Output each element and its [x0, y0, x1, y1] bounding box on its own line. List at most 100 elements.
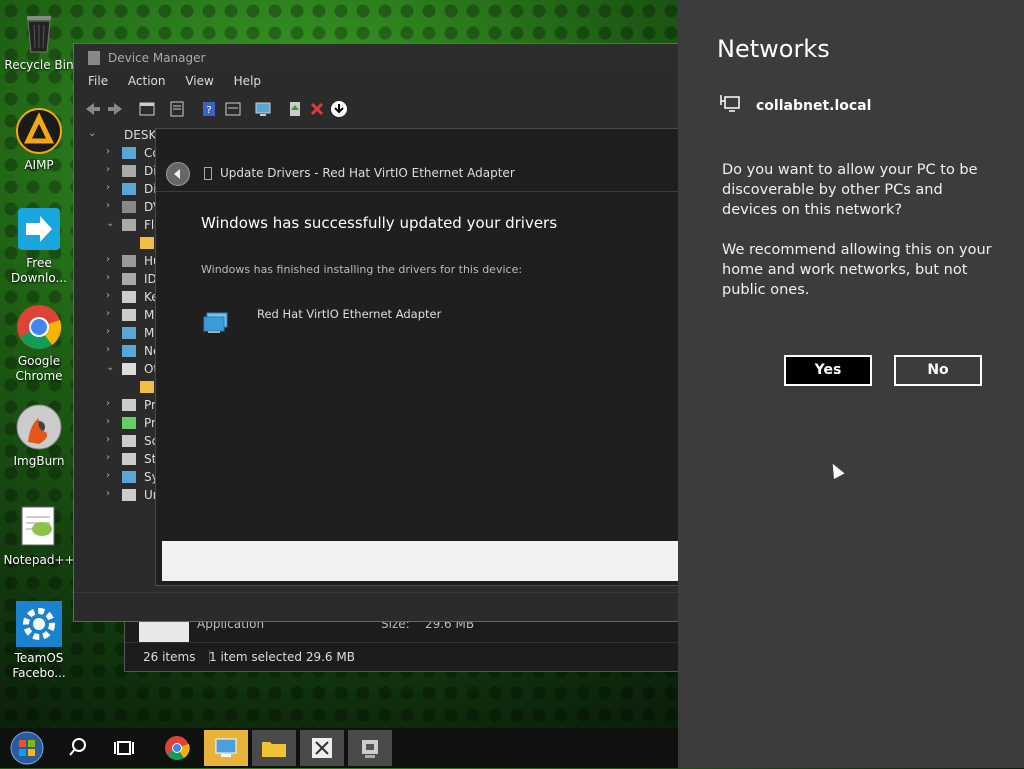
desktop-icon-label: Chrome	[15, 369, 63, 383]
chevron-right-icon[interactable]: ›	[106, 146, 116, 157]
update-driver-icon[interactable]	[286, 100, 304, 118]
chevron-right-icon[interactable]: ›	[106, 434, 116, 445]
menu-action[interactable]: Action	[128, 74, 166, 88]
device-category-icon	[122, 183, 136, 195]
task-view-button[interactable]	[108, 730, 140, 766]
device-category-icon	[122, 471, 136, 483]
device-category-icon	[122, 273, 136, 285]
menu-file[interactable]: File	[88, 74, 108, 88]
chevron-right-icon[interactable]: ›	[106, 200, 116, 211]
taskbar-network-setup[interactable]	[204, 730, 248, 766]
desktop-icon-imgburn[interactable]: ImgBurn	[0, 404, 78, 469]
desktop-icon-label: Recycle Bin	[4, 58, 74, 72]
start-icon	[10, 731, 44, 765]
item-count: 26 items	[143, 650, 196, 664]
chevron-right-icon[interactable]: ›	[106, 308, 116, 319]
menu-view[interactable]: View	[185, 74, 213, 88]
discoverable-recommendation: We recommend allowing this on your home …	[722, 242, 992, 298]
chevron-down-icon[interactable]: ⌄	[106, 218, 116, 229]
selection-info: 1 item selected 29.6 MB	[209, 650, 355, 664]
no-button[interactable]: No	[894, 355, 982, 386]
warning-icon	[140, 237, 154, 249]
dialog-title: Update Drivers - Red Hat VirtIO Ethernet…	[220, 166, 515, 180]
aimp-icon	[16, 108, 62, 154]
chevron-right-icon[interactable]: ›	[106, 164, 116, 175]
device-category-icon	[122, 363, 136, 375]
title-bar[interactable]: Device Manager	[74, 44, 684, 72]
svg-text:?: ?	[206, 105, 211, 116]
download-icon[interactable]	[330, 100, 348, 118]
chevron-right-icon[interactable]: ›	[106, 272, 116, 283]
device-category-icon	[122, 309, 136, 321]
chevron-down-icon[interactable]: ⌄	[106, 362, 116, 373]
yes-button[interactable]: Yes	[784, 355, 872, 386]
search-icon	[69, 738, 86, 756]
networks-panel: Networks collabnet.local Do you want to …	[678, 0, 1024, 768]
chevron-down-icon[interactable]: ⌄	[88, 128, 98, 139]
menu-help[interactable]: Help	[234, 74, 261, 88]
desktop-icon-recycle-bin[interactable]: Recycle Bin	[0, 8, 78, 73]
view-icon[interactable]	[168, 100, 186, 118]
back-arrow-icon[interactable]	[84, 100, 102, 118]
recycle-bin-icon	[16, 8, 62, 54]
help-icon[interactable]: ?	[200, 100, 218, 118]
ethernet-icon	[720, 95, 740, 112]
network-name: collabnet.local	[756, 98, 872, 114]
imgburn-icon	[16, 404, 62, 450]
notepad-plus-plus-icon	[16, 503, 62, 549]
chevron-right-icon[interactable]: ›	[106, 290, 116, 301]
chevron-right-icon[interactable]: ›	[106, 344, 116, 355]
search-button[interactable]	[62, 730, 94, 766]
network-setup-icon	[215, 738, 237, 757]
chrome-icon	[16, 304, 62, 350]
task-view-icon	[114, 741, 134, 755]
scan-hardware-icon[interactable]	[254, 100, 272, 118]
chrome-icon	[165, 736, 190, 760]
forward-arrow-icon[interactable]	[106, 100, 124, 118]
chevron-right-icon[interactable]: ›	[106, 452, 116, 463]
chevron-right-icon[interactable]: ›	[106, 470, 116, 481]
device-tree: ⌄ DESKT › Co › Di › Di › DV ⌄ Flo › Hu › ID › Ke › M › M › Ne…	[88, 128, 163, 502]
chevron-right-icon[interactable]: ›	[106, 254, 116, 265]
taskbar-chrome[interactable]	[156, 730, 198, 766]
chevron-right-icon[interactable]: ›	[106, 398, 116, 409]
gear-icon	[16, 601, 62, 647]
properties-icon[interactable]	[138, 100, 156, 118]
chevron-right-icon[interactable]: ›	[106, 416, 116, 427]
desktop-icon-notepad-plus-plus[interactable]: Notepad++	[0, 503, 78, 568]
desktop-icon-label: Notepad++	[3, 553, 75, 567]
file-explorer-icon	[262, 742, 286, 757]
desktop-icon-free-download[interactable]: Free Downlo...	[0, 206, 78, 286]
device-category-icon	[122, 417, 136, 429]
taskbar-device-manager[interactable]	[348, 730, 392, 766]
status-bar: 26 items 1 item selected 29.6 MB	[125, 642, 681, 671]
chevron-right-icon[interactable]: ›	[106, 182, 116, 193]
chevron-right-icon[interactable]: ›	[106, 326, 116, 337]
device-category-icon	[122, 255, 136, 267]
device-category-icon	[122, 327, 136, 339]
desktop-icon-aimp[interactable]: AIMP	[0, 108, 78, 173]
success-heading: Windows has successfully updated your dr…	[201, 214, 558, 232]
taskbar-app[interactable]	[300, 730, 344, 766]
update-drivers-dialog[interactable]: Update Drivers - Red Hat VirtIO Ethernet…	[155, 128, 682, 586]
success-subtext: Windows has finished installing the driv…	[201, 263, 523, 276]
uninstall-icon[interactable]	[308, 100, 326, 118]
back-button[interactable]	[166, 162, 190, 186]
dialog-footer	[162, 541, 681, 581]
desktop-icon-label: AIMP	[24, 158, 54, 172]
device-small-icon	[204, 167, 212, 180]
menu-bar: File Action View Help	[88, 74, 277, 94]
device-category-icon	[122, 201, 136, 213]
desktop-icon-teamos-facebook[interactable]: TeamOS Facebo...	[0, 601, 78, 681]
desktop-icon-google-chrome[interactable]: Google Chrome	[0, 304, 78, 384]
show-hidden-icon[interactable]	[224, 100, 242, 118]
taskbar-file-explorer[interactable]	[252, 730, 296, 766]
window-title: Device Manager	[108, 51, 206, 65]
chevron-right-icon[interactable]: ›	[106, 488, 116, 499]
tree-item-label: M	[144, 308, 155, 322]
desktop-icon-label: Free	[26, 256, 52, 270]
device-category-icon	[122, 435, 136, 447]
start-button[interactable]	[8, 730, 46, 766]
device-name: Red Hat VirtIO Ethernet Adapter	[257, 307, 442, 321]
device-manager-icon	[88, 51, 100, 65]
